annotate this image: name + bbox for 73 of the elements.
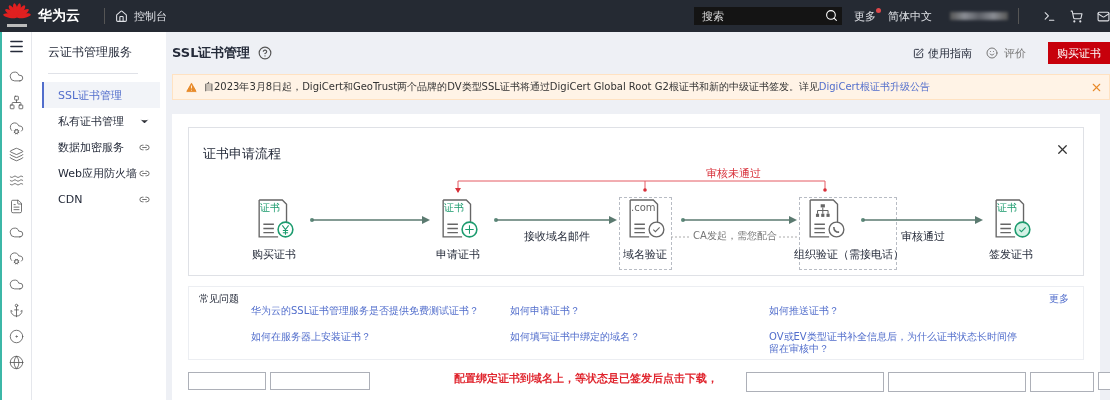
cloud-gear-icon[interactable] bbox=[9, 251, 24, 266]
globe-icon[interactable] bbox=[9, 355, 24, 370]
logo-icon[interactable] bbox=[2, 2, 32, 30]
faq-link[interactable]: OV或EV类型证书补全信息后，为什么证书状态长时间停留在审核中？ bbox=[769, 331, 1019, 355]
sidebar-item[interactable]: CDN bbox=[42, 186, 160, 212]
more-link[interactable]: 更多 bbox=[854, 8, 876, 24]
step-label: 申请证书 bbox=[436, 247, 480, 262]
console-link[interactable]: 控制台 bbox=[134, 8, 167, 24]
waves-icon[interactable] bbox=[9, 173, 24, 188]
step-label: 组织验证（需接电话） bbox=[794, 247, 904, 262]
process-title: 证书申请流程 bbox=[203, 145, 281, 163]
cloud-icon[interactable] bbox=[9, 225, 24, 240]
help-icon[interactable] bbox=[258, 46, 273, 60]
sidebar-item[interactable]: SSL证书管理 bbox=[42, 82, 160, 108]
cloud-icon[interactable] bbox=[9, 277, 24, 292]
certificate-document-icon bbox=[256, 199, 296, 239]
certificate-document-icon bbox=[440, 199, 480, 239]
edge-label: 接收域名邮件 bbox=[523, 229, 590, 244]
rejected-label: 审核未通过 bbox=[705, 166, 761, 181]
icon-caption: .com bbox=[631, 202, 656, 214]
certificate-document-icon bbox=[993, 199, 1033, 239]
faq-link[interactable]: 如何申请证书？ bbox=[510, 305, 769, 329]
guide-link[interactable]: 使用指南 bbox=[928, 45, 972, 61]
sidebar-title: 云证书管理服务 bbox=[48, 44, 138, 74]
smiley-icon[interactable] bbox=[986, 47, 998, 59]
notice-text: 自2023年3月8日起，DigiCert和GeoTrust两个品牌的DV类型SSL证书将通过DigiCert Global Root G2根证书和新的中级证书签发。详见 bbox=[204, 80, 819, 94]
cloud-gear-icon[interactable] bbox=[9, 121, 24, 136]
sidebar-item[interactable]: Web应用防火墙 bbox=[42, 160, 160, 186]
instruction-note: 配置绑定证书到域名上，等状态是已签发后点击下载， bbox=[454, 372, 718, 384]
notice-link[interactable]: DigiCert根证书升级公告 bbox=[818, 80, 930, 94]
blurred-username bbox=[950, 12, 1008, 20]
faq-link[interactable]: 如何推送证书？ bbox=[769, 305, 1019, 329]
select-field[interactable] bbox=[746, 372, 884, 392]
brand-name[interactable]: 华为云 bbox=[38, 7, 80, 25]
faq-link[interactable]: 如何填写证书中绑定的域名？ bbox=[510, 331, 769, 355]
warning-icon bbox=[185, 80, 198, 94]
search-icon[interactable] bbox=[825, 9, 838, 22]
icon-caption: 证书 bbox=[997, 202, 1017, 214]
home-icon[interactable] bbox=[115, 9, 128, 23]
edit-icon[interactable] bbox=[913, 47, 924, 59]
language-link[interactable]: 简体中文 bbox=[888, 8, 932, 24]
buy-button[interactable]: 购买证书 bbox=[1048, 42, 1110, 64]
more-link[interactable]: 更多 bbox=[1049, 292, 1069, 306]
close-icon[interactable] bbox=[1055, 142, 1070, 157]
sidebar-item[interactable]: 私有证书管理 bbox=[42, 108, 160, 134]
certificate-document-icon bbox=[627, 199, 667, 239]
menu-icon[interactable] bbox=[8, 38, 25, 55]
search-field[interactable]: 搜索 bbox=[694, 7, 842, 25]
cart-icon[interactable] bbox=[1070, 9, 1083, 23]
step-label: 域名验证 bbox=[623, 247, 667, 262]
terminal-icon[interactable] bbox=[1043, 9, 1056, 23]
faq-title: 常见问题 bbox=[199, 292, 239, 306]
certificate-document-icon bbox=[807, 199, 847, 239]
sidebar-item[interactable]: 数据加密服务 bbox=[42, 134, 160, 160]
network-icon[interactable] bbox=[9, 95, 24, 110]
select-field[interactable] bbox=[1030, 372, 1094, 392]
icon-caption: 证书 bbox=[260, 202, 280, 214]
faq-link[interactable]: 华为云的SSL证书管理服务是否提供免费测试证书？ bbox=[251, 305, 510, 329]
circle-icon[interactable] bbox=[9, 329, 24, 344]
layers-icon[interactable] bbox=[9, 147, 24, 162]
faq-link[interactable]: 如何在服务器上安装证书？ bbox=[251, 331, 510, 355]
anchor-icon[interactable] bbox=[9, 303, 24, 318]
edge-label: 审核通过 bbox=[901, 229, 945, 244]
ca-note: CA发起，需您配合 bbox=[691, 229, 779, 243]
cloud-icon[interactable] bbox=[9, 69, 24, 84]
step-label: 购买证书 bbox=[252, 247, 296, 262]
page-title: SSL证书管理 bbox=[172, 44, 251, 62]
mail-icon[interactable] bbox=[1097, 9, 1110, 23]
document-icon[interactable] bbox=[9, 199, 24, 214]
step-label: 签发证书 bbox=[989, 247, 1033, 262]
rate-link[interactable]: 评价 bbox=[1004, 45, 1026, 61]
search-field[interactable] bbox=[888, 372, 1026, 392]
icon-caption: 证书 bbox=[444, 202, 464, 214]
